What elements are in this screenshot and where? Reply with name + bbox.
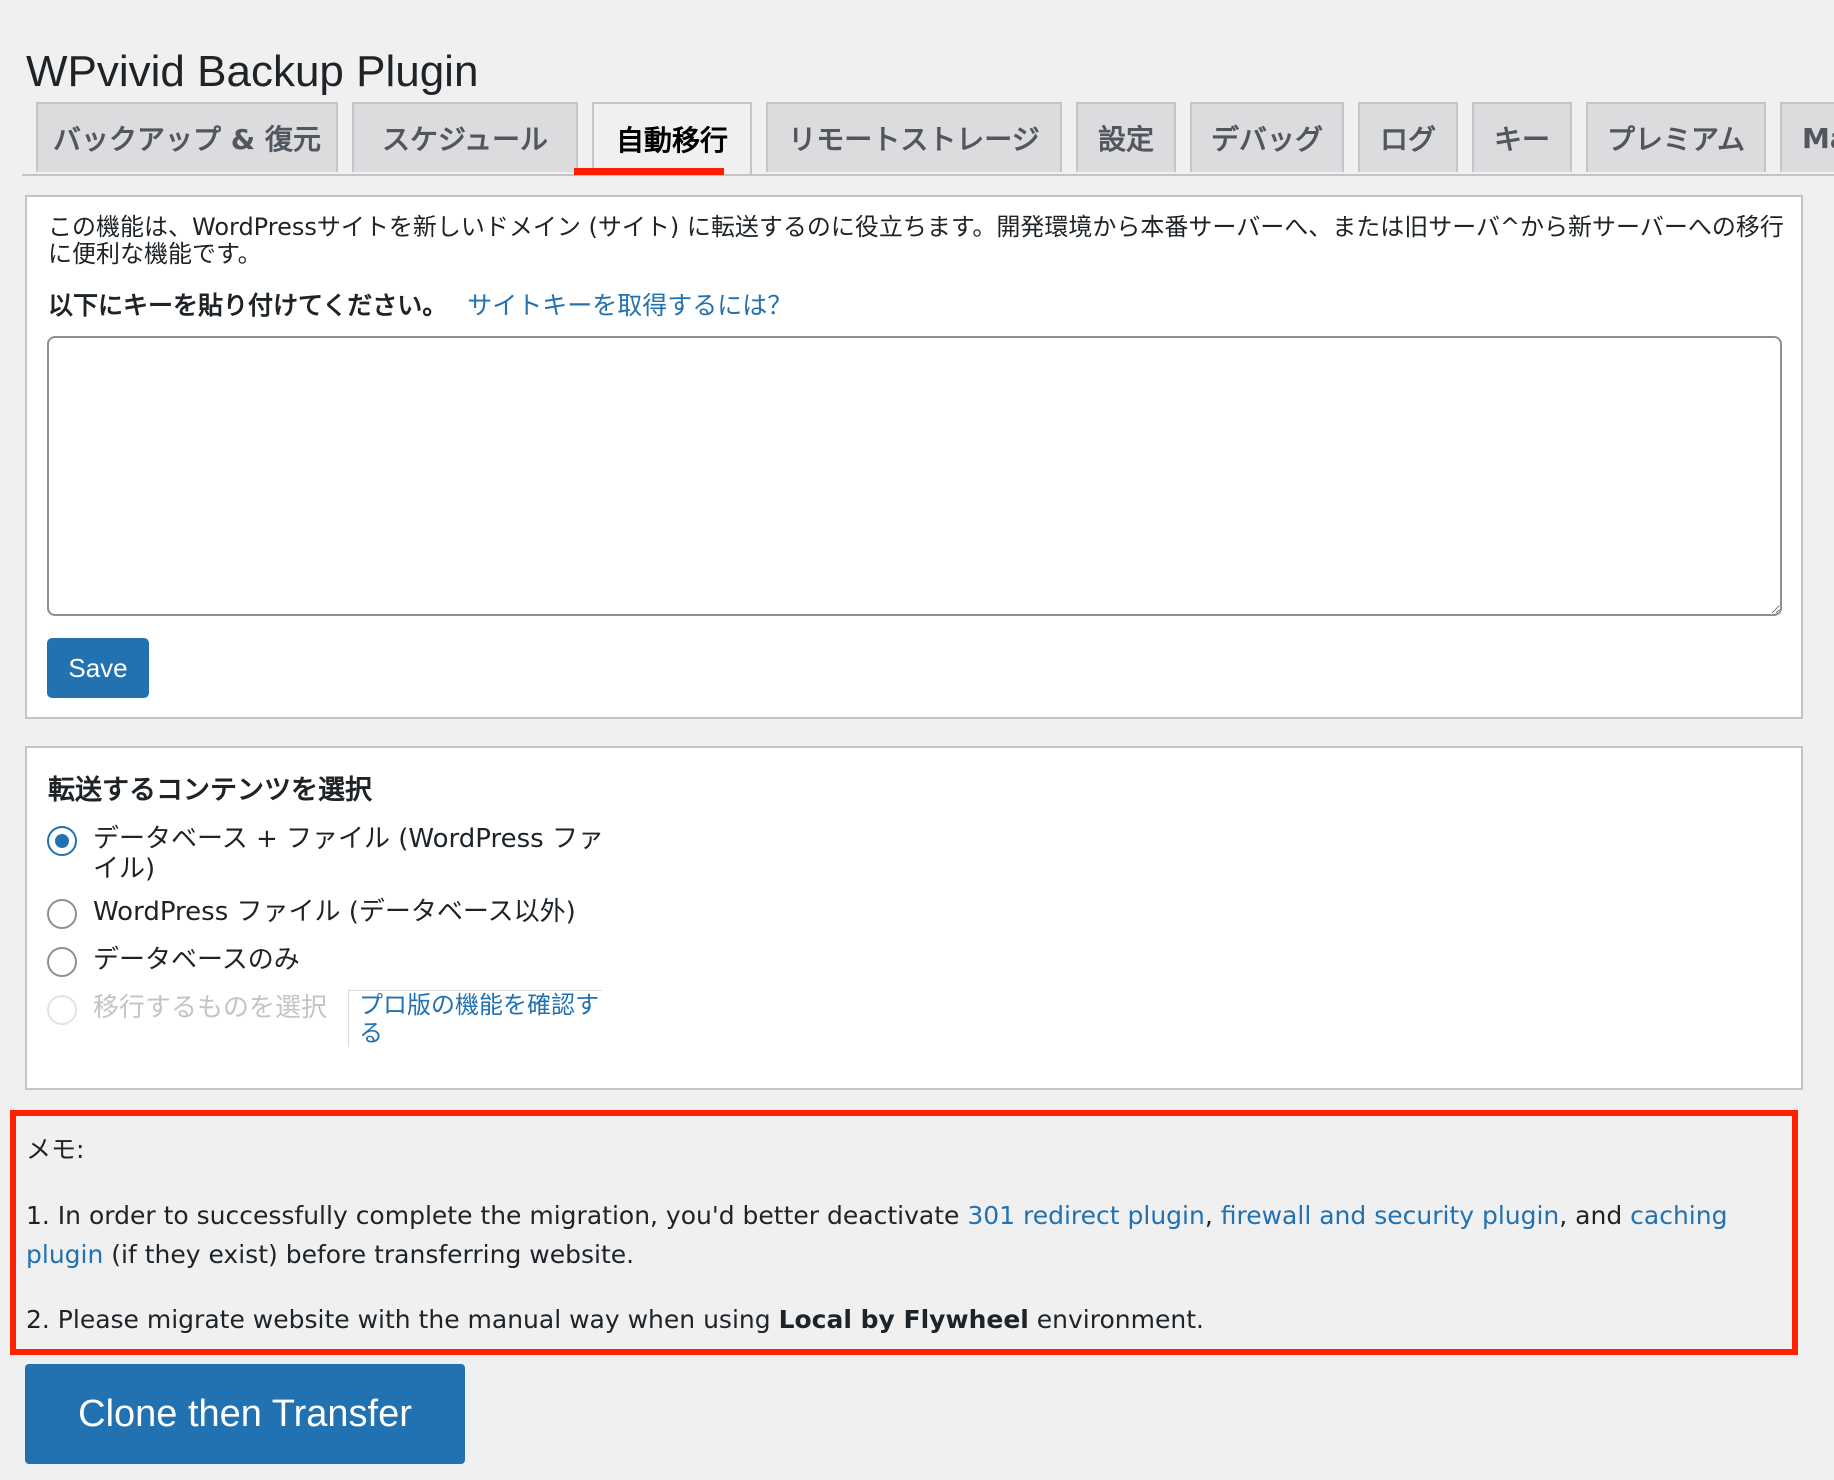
note-1-sep1: ,	[1204, 1201, 1221, 1230]
radio-files-only[interactable]	[47, 899, 77, 929]
option-db-and-files-label: データベース + ファイル (WordPress ファイル)	[93, 824, 604, 884]
pro-features-link-box: プロ版の機能を確認する	[348, 990, 602, 1047]
get-site-key-link[interactable]: サイトキーを取得するには？	[467, 291, 792, 320]
notes-title: メモ:	[26, 1135, 85, 1164]
page-title: WPvivid Backup Plugin	[26, 47, 479, 97]
migration-description: この機能は、WordPressサイトを新しいドメイン (サイト) に転送するのに…	[48, 213, 1784, 268]
note-2-bold: Local by Flywheel	[778, 1305, 1029, 1334]
option-files-only[interactable]: WordPress ファイル (データベース以外)	[47, 897, 576, 929]
radio-db-and-files[interactable]	[47, 826, 77, 856]
active-tab-indicator	[574, 168, 724, 175]
pro-features-link[interactable]: プロ版の機能を確認する	[359, 991, 599, 1047]
option-db-and-files[interactable]: データベース + ファイル (WordPress ファイル)	[47, 824, 627, 884]
tab-auto-migration[interactable]: 自動移行	[592, 102, 752, 174]
note-1-suffix: (if they exist) before transferring webs…	[103, 1240, 635, 1269]
option-custom-select-label: 移行するものを選択	[93, 993, 328, 1023]
note-item-2: 2. Please migrate website with the manua…	[26, 1300, 1204, 1339]
tab-backup-restore[interactable]: バックアップ & 復元	[36, 102, 338, 172]
radio-db-only[interactable]	[47, 947, 77, 977]
radio-custom-select	[47, 995, 77, 1025]
tab-debug[interactable]: デバッグ	[1190, 102, 1344, 172]
note-2-prefix: 2. Please migrate website with the manua…	[26, 1305, 779, 1334]
tab-key[interactable]: キー	[1472, 102, 1572, 172]
firewall-plugin-link[interactable]: firewall and security plugin	[1221, 1201, 1560, 1230]
tab-logs[interactable]: ログ	[1358, 102, 1458, 172]
content-select-heading: 転送するコンテンツを選択	[48, 775, 372, 806]
option-custom-select: 移行するものを選択	[47, 993, 327, 1025]
tab-bar: バックアップ & 復元 スケジュール 自動移行 リモートストレージ 設定 デバッ…	[22, 102, 1834, 176]
option-files-only-label: WordPress ファイル (データベース以外)	[93, 897, 576, 927]
redirect-plugin-link[interactable]: 301 redirect plugin	[967, 1201, 1205, 1230]
note-item-1: 1. In order to successfully complete the…	[26, 1196, 1786, 1274]
save-button[interactable]: Save	[47, 638, 149, 698]
note-1-sep2: , and	[1559, 1201, 1631, 1230]
paste-key-row: 以下にキーを貼り付けてください。 サイトキーを取得するには？	[48, 286, 792, 322]
tab-schedule[interactable]: スケジュール	[352, 102, 578, 172]
tab-main[interactable]: Mai	[1780, 102, 1834, 172]
note-1-prefix: 1. In order to successfully complete the…	[26, 1201, 968, 1230]
tab-settings[interactable]: 設定	[1076, 102, 1176, 172]
tab-remote-storage[interactable]: リモートストレージ	[766, 102, 1062, 172]
tab-premium[interactable]: プレミアム	[1586, 102, 1766, 172]
option-db-only[interactable]: データベースのみ	[47, 945, 300, 977]
radio-checked-dot	[55, 834, 69, 848]
site-key-textarea[interactable]	[47, 336, 1782, 616]
clone-then-transfer-button[interactable]: Clone then Transfer	[25, 1364, 465, 1464]
paste-key-label: 以下にキーを貼り付けてください。	[48, 291, 448, 320]
option-db-only-label: データベースのみ	[93, 945, 300, 975]
note-2-suffix: environment.	[1028, 1305, 1204, 1334]
